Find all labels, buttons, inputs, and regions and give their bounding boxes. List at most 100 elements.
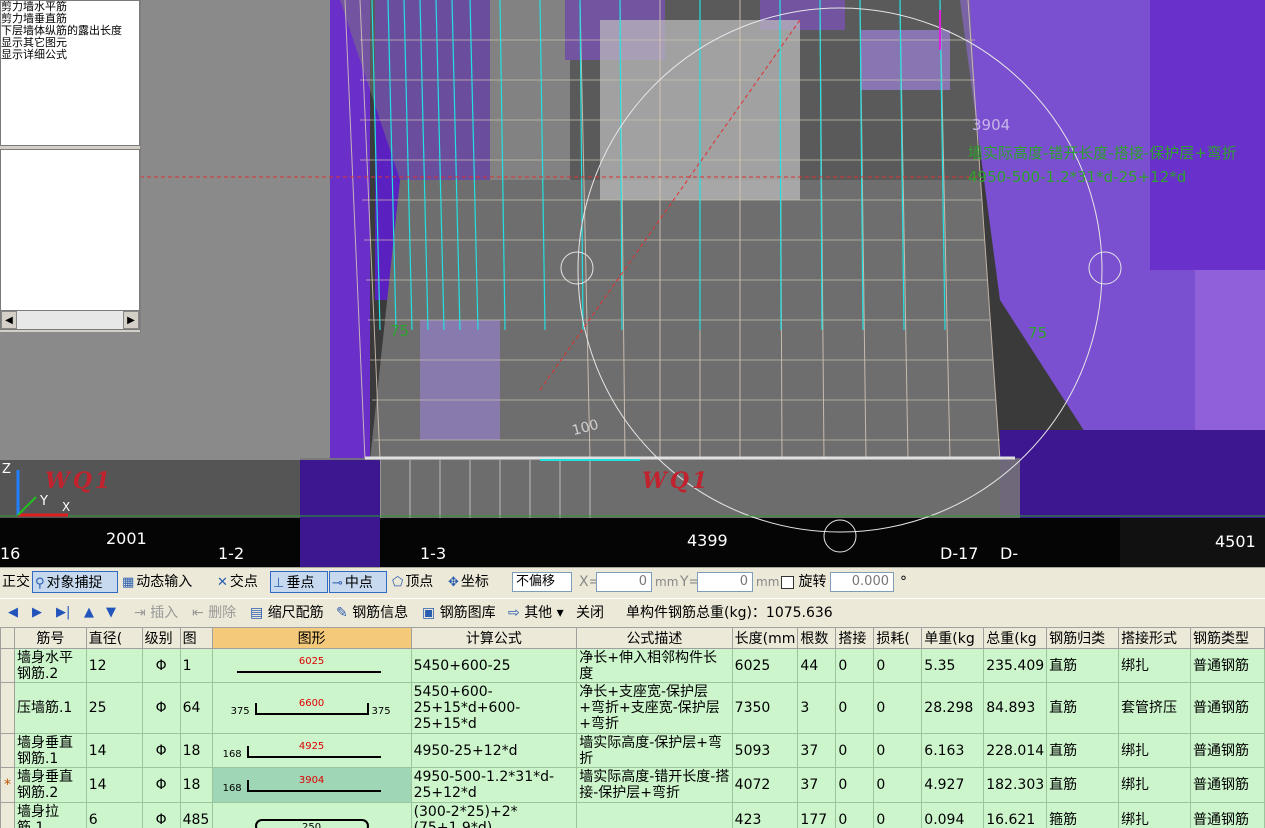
scale-rebar-button[interactable]: ▤ 缩尺配筋 (250, 602, 324, 624)
cell-category[interactable]: 箍筋 (1046, 802, 1120, 828)
cell-type[interactable]: 普通钢筋 (1189, 733, 1265, 768)
next-record-icon[interactable]: ▶ (32, 602, 42, 624)
cell-count[interactable]: 37 (797, 733, 837, 768)
cell-formula[interactable]: 4950-25+12*d (410, 733, 578, 768)
cell-count[interactable]: 44 (797, 648, 837, 683)
cell-total-weight[interactable]: 84.893 (983, 682, 1048, 734)
cell-len[interactable]: 4072 (731, 767, 799, 803)
cell-fig[interactable]: 18 (179, 733, 213, 768)
table-row[interactable]: 压墙筋.1 25 Φ 64 375 375 6600 5450+600-25+15*… (0, 682, 1265, 734)
cell-dia[interactable]: 6 (85, 802, 143, 828)
cell-loss[interactable]: 0 (873, 802, 923, 828)
cell-grade[interactable]: Φ (141, 733, 181, 768)
intersection-button[interactable]: ✕ 交点 (215, 571, 260, 593)
cell-formula[interactable]: 5450+600-25+15*d+600-25+15*d (410, 682, 578, 734)
y-input[interactable]: 0 (697, 572, 753, 592)
cell-name[interactable]: 墙身垂直钢筋.2 (13, 767, 87, 803)
cell-len[interactable]: 5093 (731, 733, 799, 768)
cell-desc[interactable]: 净长+伸入相邻构件长度 (576, 648, 733, 683)
cell-formula[interactable]: 4950-500-1.2*31*d-25+12*d (410, 767, 578, 803)
cell-grade[interactable]: Φ (141, 802, 181, 828)
x-input[interactable]: 0 (596, 572, 652, 592)
cell-formula[interactable]: 5450+600-25 (410, 648, 578, 683)
cell-fig[interactable]: 18 (179, 767, 213, 803)
cell-loss[interactable]: 0 (873, 767, 923, 803)
scroll-left-icon[interactable]: ◀ (1, 311, 17, 329)
cell-lap[interactable]: 0 (835, 802, 875, 828)
scroll-right-icon[interactable]: ▶ (123, 311, 139, 329)
column-header[interactable]: 钢筋类型 (1189, 627, 1265, 649)
table-row-selected[interactable]: * 墙身垂直钢筋.2 14 Φ 18 168 3904 4950-500-1.2*… (0, 767, 1265, 803)
column-header[interactable]: 直径( (85, 627, 143, 649)
column-header[interactable]: 单重(kg (921, 627, 985, 649)
column-header[interactable]: 公式描述 (576, 627, 733, 649)
move-down-icon[interactable]: ▼ (106, 602, 116, 624)
cell-lap-type[interactable]: 套管挤压 (1118, 682, 1191, 734)
cell-lap-type[interactable]: 绑扎 (1118, 767, 1191, 803)
column-header[interactable]: 图 (179, 627, 213, 649)
row-marker[interactable] (0, 802, 15, 828)
cell-dia[interactable]: 12 (85, 648, 143, 683)
layer-list[interactable]: 剪力墙水平筋 剪力墙垂直筋 下层墙体纵筋的露出长度 显示其它图元 显示详细公式 (0, 0, 140, 146)
cell-loss[interactable]: 0 (873, 682, 923, 734)
3d-viewport[interactable]: 3904 墙实际高度-错开长度-搭接-保护层+弯折 4950-500-1.2*3… (0, 0, 1265, 567)
cell-fig[interactable]: 485 (179, 802, 213, 828)
column-header[interactable]: 搭接 (835, 627, 875, 649)
cell-category[interactable]: 直筋 (1046, 767, 1120, 803)
row-marker[interactable] (0, 648, 15, 683)
table-row[interactable]: 墙身拉筋.1 6 Φ 485 250 (300-2*25)+2*(75+1.9*… (0, 802, 1265, 828)
rebar-library-button[interactable]: ▣ 钢筋图库 (422, 602, 496, 624)
cell-type[interactable]: 普通钢筋 (1189, 767, 1265, 803)
cell-unit-weight[interactable]: 6.163 (921, 733, 985, 768)
row-marker[interactable]: * (0, 767, 15, 803)
cell-category[interactable]: 直筋 (1046, 733, 1120, 768)
cell-dia[interactable]: 14 (85, 733, 143, 768)
layer-item[interactable]: 显示详细公式 (1, 49, 139, 61)
cell-loss[interactable]: 0 (873, 733, 923, 768)
cell-lap[interactable]: 0 (835, 682, 875, 734)
cell-count[interactable]: 37 (797, 767, 837, 803)
cell-total-weight[interactable]: 182.303 (983, 767, 1048, 803)
cell-fig[interactable]: 1 (179, 648, 213, 683)
cell-count[interactable]: 177 (797, 802, 837, 828)
cell-total-weight[interactable]: 16.621 (983, 802, 1048, 828)
column-header[interactable]: 总重(kg (983, 627, 1048, 649)
cell-unit-weight[interactable]: 5.35 (921, 648, 985, 683)
cell-shape[interactable]: 168 3904 (211, 767, 412, 803)
coordinate-button[interactable]: ✥ 坐标 (446, 571, 491, 593)
cell-total-weight[interactable]: 228.014 (983, 733, 1048, 768)
move-up-icon[interactable]: ▲ (84, 602, 94, 624)
cell-len[interactable]: 7350 (731, 682, 799, 734)
vertex-button[interactable]: ⬠ 顶点 (390, 571, 435, 593)
cell-lap-type[interactable]: 绑扎 (1118, 802, 1191, 828)
offset-select[interactable]: 不偏移 (512, 572, 572, 592)
column-header[interactable]: 根数 (797, 627, 837, 649)
cell-category[interactable]: 直筋 (1046, 682, 1120, 734)
cell-total-weight[interactable]: 235.409 (983, 648, 1048, 683)
cell-grade[interactable]: Φ (141, 682, 181, 734)
cell-loss[interactable]: 0 (873, 648, 923, 683)
cell-lap-type[interactable]: 绑扎 (1118, 733, 1191, 768)
column-header[interactable]: 级别 (141, 627, 181, 649)
cell-category[interactable]: 直筋 (1046, 648, 1120, 683)
column-header[interactable]: 图形 (211, 627, 412, 649)
cell-unit-weight[interactable]: 28.298 (921, 682, 985, 734)
cell-lap[interactable]: 0 (835, 648, 875, 683)
cell-lap[interactable]: 0 (835, 767, 875, 803)
cell-dia[interactable]: 14 (85, 767, 143, 803)
column-header[interactable]: 长度(mm (731, 627, 799, 649)
rotate-checkbox-wrap[interactable]: 旋转 (779, 571, 828, 593)
cell-shape[interactable]: 375 375 6600 (211, 682, 412, 734)
perpendicular-button[interactable]: ⊥ 垂点 (270, 571, 328, 593)
cell-shape[interactable]: 168 4925 (211, 733, 412, 768)
table-row[interactable]: 墙身垂直钢筋.1 14 Φ 18 168 4925 4950-25+12*d 墙实… (0, 733, 1265, 768)
dynamic-input-button[interactable]: ▦ 动态输入 (120, 571, 194, 593)
cell-shape[interactable]: 250 (211, 802, 412, 828)
column-header[interactable]: 钢筋归类 (1046, 627, 1120, 649)
cell-desc[interactable]: 墙实际高度-错开长度-搭接-保护层+弯折 (576, 767, 733, 803)
cell-fig[interactable]: 64 (179, 682, 213, 734)
delete-button[interactable]: ⇤ 删除 (192, 602, 236, 624)
rotate-input[interactable]: 0.000 (830, 572, 894, 592)
cell-name[interactable]: 墙身水平钢筋.2 (13, 648, 87, 683)
column-header[interactable]: 计算公式 (410, 627, 578, 649)
